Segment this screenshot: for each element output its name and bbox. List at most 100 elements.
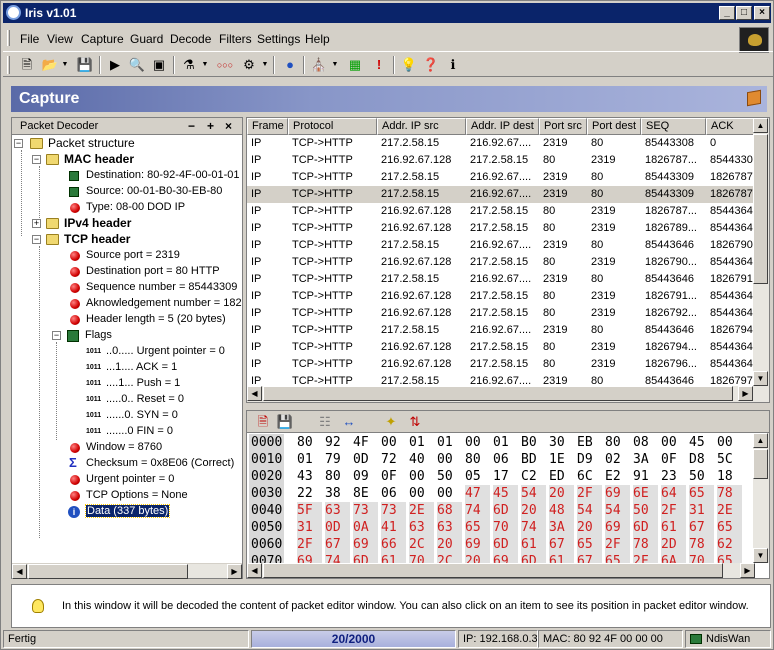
save-icon[interactable]: 💾	[75, 55, 95, 75]
hex-byte[interactable]: 2E	[717, 502, 742, 520]
hex-byte[interactable]: 70	[493, 519, 518, 537]
help-pointer-icon[interactable]: 💡	[399, 55, 419, 75]
hex-byte[interactable]: 65	[717, 553, 742, 563]
hex-byte[interactable]: 61	[549, 553, 574, 563]
hex-line[interactable]: 0010 01 79 0D 72 40 00 80 06 BD 1E D9 02 3A 0F D8 5C	[247, 451, 755, 469]
hex-byte[interactable]: 50	[689, 468, 714, 486]
scroll-up-button[interactable]: ▲	[753, 118, 768, 133]
hex-byte[interactable]: 92	[325, 434, 350, 452]
hex-byte[interactable]: 79	[325, 451, 350, 469]
scroll-left-button[interactable]: ◀	[247, 563, 262, 578]
hex-byte[interactable]: 69	[353, 536, 378, 554]
hex-byte[interactable]: 38	[325, 485, 350, 503]
hex-byte[interactable]: 72	[381, 451, 406, 469]
hex-byte[interactable]: 01	[437, 434, 462, 452]
hex-line[interactable]: 0060 2F 67 69 66 2C 20 69 6D 61 67 65 2F 78 2D 78 62	[247, 536, 755, 554]
hex-byte[interactable]: 63	[437, 519, 462, 537]
hex-byte[interactable]: 6D	[353, 553, 378, 563]
maximize-button[interactable]: □	[736, 6, 752, 20]
filter-icon[interactable]: ⚗	[179, 55, 199, 75]
collapse-toggle[interactable]: −	[14, 139, 23, 148]
hex-byte[interactable]: 69	[493, 553, 518, 563]
hex-byte[interactable]: 2F	[605, 536, 630, 554]
alert-icon[interactable]: !	[369, 55, 389, 75]
hex-byte[interactable]: BD	[521, 451, 546, 469]
hex-byte[interactable]: 4F	[353, 434, 378, 452]
hex-line[interactable]: 0040 5F 63 73 73 2E 68 74 6D 20 48 54 54 50 2F 31 2E	[247, 502, 755, 520]
hex-byte[interactable]: 00	[465, 434, 490, 452]
view-icon[interactable]: ▣	[149, 55, 169, 75]
hex-byte[interactable]: 61	[521, 536, 546, 554]
hex-byte[interactable]: 2F	[577, 485, 602, 503]
hex-byte[interactable]: 30	[549, 434, 574, 452]
menu-file[interactable]: File	[20, 32, 39, 46]
packet-row[interactable]: IP TCP->HTTP 217.2.58.15 216.92.67.... 2319 8…	[247, 135, 755, 152]
hex-byte[interactable]: 1E	[549, 451, 574, 469]
hex-byte[interactable]: 73	[381, 502, 406, 520]
hex-byte[interactable]: 41	[381, 519, 406, 537]
hex-byte[interactable]: 61	[381, 553, 406, 563]
packet-row[interactable]: IP TCP->HTTP 216.92.67.128 217.2.58.15 80 231…	[247, 356, 755, 373]
hex-line[interactable]: 0020 43 80 09 0F 00 50 05 17 C2 ED 6C E2 91 23 50 18	[247, 468, 755, 486]
scroll-thumb[interactable]	[753, 134, 768, 284]
hex-horizontal-scrollbar[interactable]: ◀ ▶	[247, 563, 755, 578]
hex-byte[interactable]: 66	[381, 536, 406, 554]
hex-byte[interactable]: 05	[465, 468, 490, 486]
resize-icon[interactable]: ↔	[339, 412, 359, 432]
hex-byte[interactable]: 45	[493, 485, 518, 503]
packet-row[interactable]: IP TCP->HTTP 217.2.58.15 216.92.67.... 2319 8…	[247, 322, 755, 339]
scroll-thumb[interactable]	[263, 563, 723, 578]
hex-byte[interactable]: 6E	[633, 485, 658, 503]
hex-byte[interactable]: 00	[409, 485, 434, 503]
hex-byte[interactable]: 78	[633, 536, 658, 554]
hex-byte[interactable]: E2	[605, 468, 630, 486]
hex-byte[interactable]: 80	[605, 434, 630, 452]
scroll-up-button[interactable]: ▲	[753, 433, 768, 448]
hex-byte[interactable]: 54	[605, 502, 630, 520]
hex-byte[interactable]: 09	[353, 468, 378, 486]
hex-byte[interactable]: 70	[689, 553, 714, 563]
hex-byte[interactable]: 20	[465, 553, 490, 563]
hex-byte[interactable]: 74	[465, 502, 490, 520]
hex-byte[interactable]: 65	[717, 519, 742, 537]
hex-byte[interactable]: 08	[633, 434, 658, 452]
hex-byte[interactable]: EB	[577, 434, 602, 452]
filter-dropdown[interactable]: ▼	[201, 55, 209, 75]
hex-byte[interactable]: 68	[437, 502, 462, 520]
find-icon[interactable]: 🔍	[127, 55, 147, 75]
hex-byte[interactable]: 6D	[633, 519, 658, 537]
hex-byte[interactable]: 2F	[661, 502, 686, 520]
menu-decode[interactable]: Decode	[170, 32, 211, 46]
hex-byte[interactable]: 67	[549, 536, 574, 554]
hex-byte[interactable]: 73	[353, 502, 378, 520]
menubar-grip[interactable]	[7, 30, 10, 46]
hex-byte[interactable]: 2F	[297, 536, 322, 554]
hex-byte[interactable]: 00	[437, 485, 462, 503]
packet-row[interactable]: IP TCP->HTTP 216.92.67.128 217.2.58.15 80 231…	[247, 220, 755, 237]
hex-byte[interactable]: 20	[577, 519, 602, 537]
packet-vertical-scrollbar[interactable]: ▲ ▼	[753, 118, 769, 386]
hex-byte[interactable]: ED	[549, 468, 574, 486]
hex-byte[interactable]: 0F	[661, 451, 686, 469]
hex-byte[interactable]: 45	[689, 434, 714, 452]
hex-byte[interactable]: 31	[689, 502, 714, 520]
hex-byte[interactable]: 18	[717, 468, 742, 486]
packet-horizontal-scrollbar[interactable]: ◀ ▶	[247, 386, 769, 402]
packet-row[interactable]: IP TCP->HTTP 216.92.67.128 217.2.58.15 80 231…	[247, 254, 755, 271]
context-help-icon[interactable]: ❓	[421, 55, 441, 75]
hex-byte[interactable]: 02	[605, 451, 630, 469]
tree-icon[interactable]: ▦	[345, 55, 365, 75]
network-icon[interactable]: ⛪	[309, 55, 329, 75]
packet-row[interactable]: IP TCP->HTTP 216.92.67.128 217.2.58.15 80 231…	[247, 305, 755, 322]
hex-byte[interactable]: 91	[633, 468, 658, 486]
play-icon[interactable]: ▶	[105, 55, 125, 75]
hex-byte[interactable]: D9	[577, 451, 602, 469]
scroll-down-button[interactable]: ▼	[753, 548, 768, 563]
menu-capture[interactable]: Capture	[81, 32, 124, 46]
network-dropdown[interactable]: ▼	[331, 55, 339, 75]
hex-byte[interactable]: 00	[661, 434, 686, 452]
hex-byte[interactable]: 6C	[577, 468, 602, 486]
column-addr-src[interactable]: Addr. IP src	[377, 118, 466, 135]
monitor-icon[interactable]: ○○○	[215, 55, 235, 75]
hex-byte[interactable]: 54	[577, 502, 602, 520]
